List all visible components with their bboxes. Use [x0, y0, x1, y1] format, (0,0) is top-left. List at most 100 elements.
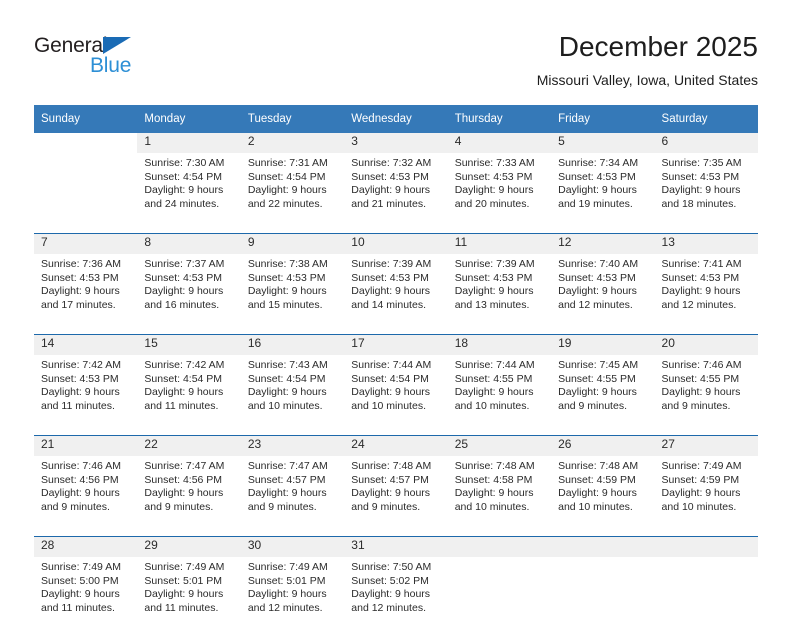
day-number-cell[interactable]: 9 [240, 234, 345, 254]
day-cell[interactable]: Sunrise: 7:41 AM Sunset: 4:53 PM Daylight:… [654, 254, 758, 334]
day-cell[interactable]: Sunrise: 7:39 AM Sunset: 4:53 PM Daylight:… [344, 254, 448, 334]
day-cell[interactable]: Sunrise: 7:49 AM Sunset: 4:59 PM Daylight:… [654, 456, 758, 536]
weekday-header-monday: Monday [137, 105, 241, 133]
sunrise-text: Sunrise: 7:44 AM [351, 359, 432, 371]
day-number-cell[interactable]: 14 [34, 335, 138, 355]
daylight-text-line1: Daylight: 9 hours [247, 386, 327, 399]
daylight-text-line1: Daylight: 9 hours [144, 487, 224, 500]
day-cell[interactable]: Sunrise: 7:49 AM Sunset: 5:00 PM Daylight:… [34, 557, 138, 637]
daylight-text-line1: Daylight: 9 hours [454, 184, 534, 197]
daylight-text-line1: Daylight: 9 hours [351, 386, 431, 399]
day-info-row: Sunrise: 7:49 AM Sunset: 5:00 PM Daylight:… [34, 557, 758, 637]
day-number-row: 7 8 9 10 11 12 13 [34, 234, 758, 254]
day-number-cell[interactable]: 17 [344, 335, 448, 355]
general-blue-logo[interactable]: General Blue [34, 35, 214, 87]
daylight-text-line2: and 12 minutes. [558, 298, 633, 311]
day-number-cell[interactable]: 16 [240, 335, 345, 355]
day-cell[interactable]: Sunrise: 7:46 AM Sunset: 4:55 PM Daylight:… [654, 355, 758, 435]
daylight-text-line1: Daylight: 9 hours [661, 487, 741, 500]
day-cell[interactable]: Sunrise: 7:36 AM Sunset: 4:53 PM Daylight:… [34, 254, 138, 334]
page-title: December 2025 [558, 31, 758, 62]
daylight-text-line1: Daylight: 9 hours [351, 184, 431, 197]
day-number-cell[interactable]: 25 [447, 436, 552, 456]
title-block: December 2025 Missouri Valley, Iowa, Uni… [537, 30, 758, 90]
day-number-cell[interactable]: 1 [137, 133, 241, 153]
day-cell[interactable]: Sunrise: 7:44 AM Sunset: 4:55 PM Daylight:… [447, 355, 552, 435]
daylight-text-line1: Daylight: 9 hours [661, 184, 741, 197]
day-number-cell[interactable]: 10 [344, 234, 448, 254]
day-cell[interactable]: Sunrise: 7:47 AM Sunset: 4:57 PM Daylight:… [240, 456, 345, 536]
sunrise-text: Sunrise: 7:39 AM [351, 258, 432, 270]
day-number-cell[interactable]: 26 [551, 436, 655, 456]
sunset-text: Sunset: 4:55 PM [661, 372, 740, 385]
day-number-cell[interactable]: 28 [34, 537, 138, 557]
day-number-cell[interactable]: 3 [344, 133, 448, 153]
day-number-cell[interactable]: 12 [551, 234, 655, 254]
day-number-cell[interactable]: 31 [344, 537, 448, 557]
day-cell[interactable]: Sunrise: 7:50 AM Sunset: 5:02 PM Daylight:… [344, 557, 448, 637]
daylight-text-line1: Daylight: 9 hours [247, 184, 327, 197]
day-number-cell[interactable]: 24 [344, 436, 448, 456]
sunset-text: Sunset: 4:54 PM [144, 170, 223, 183]
day-cell[interactable]: Sunrise: 7:48 AM Sunset: 4:57 PM Daylight:… [344, 456, 448, 536]
day-number-cell[interactable]: 7 [34, 234, 138, 254]
day-cell[interactable]: Sunrise: 7:48 AM Sunset: 4:58 PM Daylight:… [447, 456, 552, 536]
logo-triangle-icon [103, 37, 131, 54]
logo-text-general: General [34, 34, 108, 57]
sunrise-text: Sunrise: 7:42 AM [144, 359, 225, 371]
day-number-cell[interactable]: 23 [240, 436, 345, 456]
day-number-cell[interactable]: 15 [137, 335, 241, 355]
day-cell[interactable]: Sunrise: 7:49 AM Sunset: 5:01 PM Daylight:… [137, 557, 241, 637]
day-cell[interactable]: Sunrise: 7:47 AM Sunset: 4:56 PM Daylight:… [137, 456, 241, 536]
daylight-text-line1: Daylight: 9 hours [558, 487, 637, 500]
daylight-text-line1: Daylight: 9 hours [41, 588, 120, 601]
day-number-cell[interactable]: 6 [654, 133, 758, 153]
daylight-text-line1: Daylight: 9 hours [454, 285, 534, 298]
sunset-text: Sunset: 4:57 PM [247, 473, 326, 486]
day-number-cell[interactable]: 29 [137, 537, 241, 557]
day-cell[interactable]: Sunrise: 7:43 AM Sunset: 4:54 PM Daylight:… [240, 355, 345, 435]
day-cell[interactable]: Sunrise: 7:44 AM Sunset: 4:54 PM Daylight:… [344, 355, 448, 435]
day-number-cell[interactable]: 22 [137, 436, 241, 456]
day-number-cell[interactable]: 11 [447, 234, 552, 254]
daylight-text-line1: Daylight: 9 hours [454, 487, 534, 500]
day-cell[interactable]: Sunrise: 7:35 AM Sunset: 4:53 PM Daylight:… [654, 153, 758, 233]
day-number-cell[interactable]: 21 [34, 436, 138, 456]
day-number-cell[interactable]: 30 [240, 537, 345, 557]
day-number-cell[interactable]: 18 [447, 335, 552, 355]
day-cell[interactable]: Sunrise: 7:38 AM Sunset: 4:53 PM Daylight:… [240, 254, 345, 334]
day-number-cell[interactable]: 20 [654, 335, 758, 355]
day-cell[interactable]: Sunrise: 7:42 AM Sunset: 4:53 PM Daylight:… [34, 355, 138, 435]
day-cell[interactable]: Sunrise: 7:45 AM Sunset: 4:55 PM Daylight:… [551, 355, 655, 435]
weekday-header-sunday: Sunday [34, 105, 138, 133]
day-number-cell[interactable]: 2 [240, 133, 345, 153]
day-cell-empty [654, 557, 758, 637]
day-cell[interactable]: Sunrise: 7:34 AM Sunset: 4:53 PM Daylight:… [551, 153, 655, 233]
day-number-cell[interactable]: 8 [137, 234, 241, 254]
day-cell[interactable]: Sunrise: 7:42 AM Sunset: 4:54 PM Daylight:… [137, 355, 241, 435]
sunset-text: Sunset: 4:53 PM [661, 271, 740, 284]
day-cell[interactable]: Sunrise: 7:30 AM Sunset: 4:54 PM Daylight:… [137, 153, 241, 233]
day-number-cell[interactable]: 27 [654, 436, 758, 456]
day-cell[interactable]: Sunrise: 7:31 AM Sunset: 4:54 PM Daylight:… [240, 153, 345, 233]
sunrise-text: Sunrise: 7:35 AM [661, 157, 742, 169]
day-number-cell[interactable]: 13 [654, 234, 758, 254]
day-cell[interactable]: Sunrise: 7:48 AM Sunset: 4:59 PM Daylight:… [551, 456, 655, 536]
logo-text-blue: Blue [90, 54, 132, 77]
sunrise-text: Sunrise: 7:48 AM [351, 460, 432, 472]
daylight-text-line2: and 10 minutes. [247, 399, 323, 412]
day-info-row: Sunrise: 7:36 AM Sunset: 4:53 PM Daylight:… [34, 254, 758, 334]
day-number-cell[interactable]: 19 [551, 335, 655, 355]
daylight-text-line2: and 10 minutes. [661, 500, 737, 513]
day-cell[interactable]: Sunrise: 7:33 AM Sunset: 4:53 PM Daylight:… [447, 153, 552, 233]
day-number-cell[interactable]: 4 [447, 133, 552, 153]
day-cell-empty [34, 153, 138, 233]
day-cell[interactable]: Sunrise: 7:46 AM Sunset: 4:56 PM Daylight:… [34, 456, 138, 536]
day-cell[interactable]: Sunrise: 7:37 AM Sunset: 4:53 PM Daylight:… [137, 254, 241, 334]
day-cell[interactable]: Sunrise: 7:40 AM Sunset: 4:53 PM Daylight:… [551, 254, 655, 334]
day-cell[interactable]: Sunrise: 7:39 AM Sunset: 4:53 PM Daylight:… [447, 254, 552, 334]
day-cell[interactable]: Sunrise: 7:32 AM Sunset: 4:53 PM Daylight:… [344, 153, 448, 233]
day-number-cell[interactable]: 5 [551, 133, 655, 153]
day-cell[interactable]: Sunrise: 7:49 AM Sunset: 5:01 PM Daylight:… [240, 557, 345, 637]
daylight-text-line2: and 16 minutes. [144, 298, 220, 311]
